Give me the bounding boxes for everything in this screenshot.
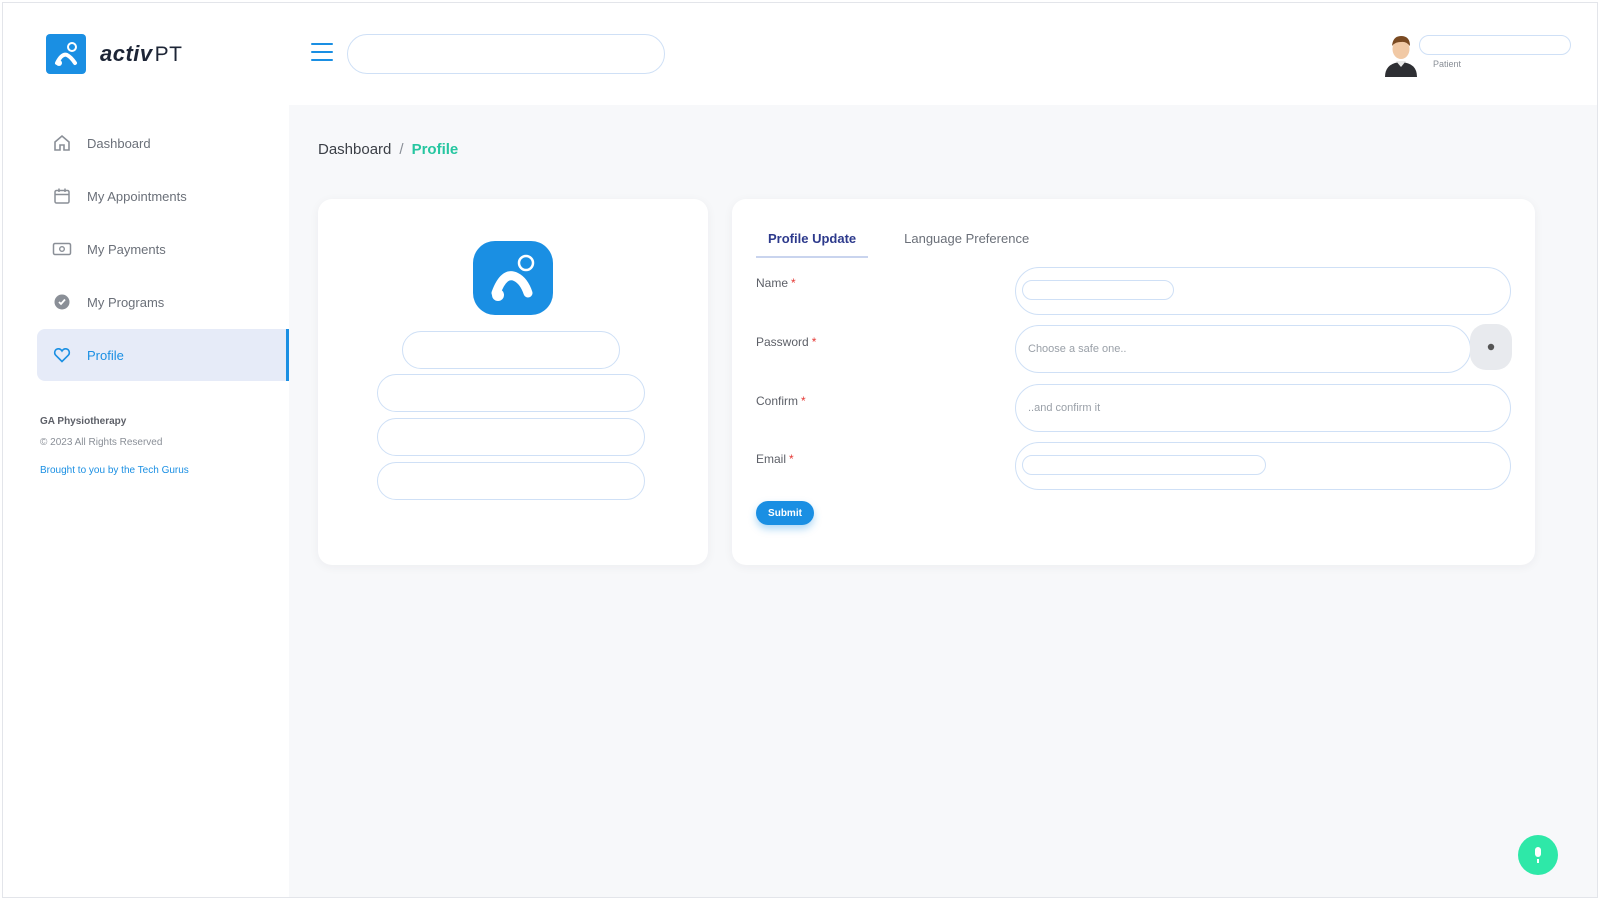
email-label: Email * <box>756 452 794 466</box>
logo[interactable]: activPT <box>46 34 183 74</box>
sidebar-item-profile[interactable]: Profile <box>37 329 289 381</box>
sidebar-item-label: My Payments <box>87 241 166 257</box>
microphone-icon <box>1535 847 1541 863</box>
top-header: Patient <box>289 3 1597 105</box>
floating-action-button[interactable] <box>1518 835 1558 875</box>
breadcrumb: Dashboard / Profile <box>318 141 458 158</box>
breadcrumb-separator: / <box>399 141 404 158</box>
profile-summary-card <box>318 199 708 565</box>
eye-icon <box>1487 343 1495 351</box>
name-field[interactable] <box>1015 267 1511 315</box>
tab-language-preference[interactable]: Language Preference <box>892 223 1041 258</box>
profile-info-line <box>377 462 645 500</box>
brand-name-bold: activ <box>100 41 153 66</box>
sidebar-item-label: Dashboard <box>87 135 151 151</box>
sidebar-item-payments[interactable]: My Payments <box>37 223 289 275</box>
confirm-label: Confirm * <box>756 394 806 408</box>
sidebar-item-label: Profile <box>87 347 124 363</box>
search-input[interactable] <box>347 34 665 74</box>
sidebar-item-dashboard[interactable]: Dashboard <box>37 117 289 169</box>
email-value <box>1022 455 1266 475</box>
submit-button[interactable]: Submit <box>756 501 814 525</box>
breadcrumb-current: Profile <box>411 141 459 158</box>
copyright-text: © 2023 All Rights Reserved <box>40 437 163 448</box>
profile-info-line <box>377 418 645 456</box>
tab-profile-update[interactable]: Profile Update <box>756 223 869 258</box>
home-icon <box>51 132 73 154</box>
name-value <box>1022 280 1174 300</box>
sidebar: activPT Dashboard My Appointments My Pay… <box>3 3 289 897</box>
user-name[interactable] <box>1419 35 1571 55</box>
brand-name-light: PT <box>154 43 183 66</box>
activpt-logo-icon <box>473 241 553 315</box>
password-field[interactable] <box>1015 325 1471 373</box>
heart-icon <box>51 344 73 366</box>
breadcrumb-dashboard[interactable]: Dashboard <box>318 141 391 158</box>
menu-toggle-icon[interactable] <box>311 43 333 61</box>
sidebar-item-appointments[interactable]: My Appointments <box>37 170 289 222</box>
brand-name: activPT <box>100 41 183 67</box>
avatar[interactable] <box>1379 31 1423 77</box>
profile-tabs: Profile Update Language Preference <box>756 223 1065 258</box>
name-label: Name * <box>756 276 796 290</box>
profile-info-line <box>377 374 645 412</box>
sidebar-footer: GA Physiotherapy © 2023 All Rights Reser… <box>40 411 189 481</box>
profile-name <box>402 331 620 369</box>
app-window: activPT Dashboard My Appointments My Pay… <box>2 2 1598 898</box>
password-label: Password * <box>756 335 817 349</box>
company-name: GA Physiotherapy <box>40 416 127 427</box>
confirm-password-field[interactable] <box>1015 384 1511 432</box>
calendar-icon <box>51 185 73 207</box>
sidebar-item-label: My Appointments <box>87 188 187 204</box>
payment-icon <box>51 238 73 260</box>
sidebar-item-programs[interactable]: My Programs <box>37 276 289 328</box>
credit-link[interactable]: Brought to you by the Tech Gurus <box>40 460 189 481</box>
email-field[interactable] <box>1015 442 1511 490</box>
sidebar-item-label: My Programs <box>87 294 165 310</box>
activpt-logo-icon <box>46 34 86 74</box>
profile-form-card: Profile Update Language Preference Name *… <box>732 199 1535 565</box>
sidebar-nav: Dashboard My Appointments My Payments My… <box>37 117 289 382</box>
user-role: Patient <box>1432 59 1461 69</box>
program-icon <box>51 291 73 313</box>
toggle-password-visibility-button[interactable] <box>1470 324 1512 370</box>
